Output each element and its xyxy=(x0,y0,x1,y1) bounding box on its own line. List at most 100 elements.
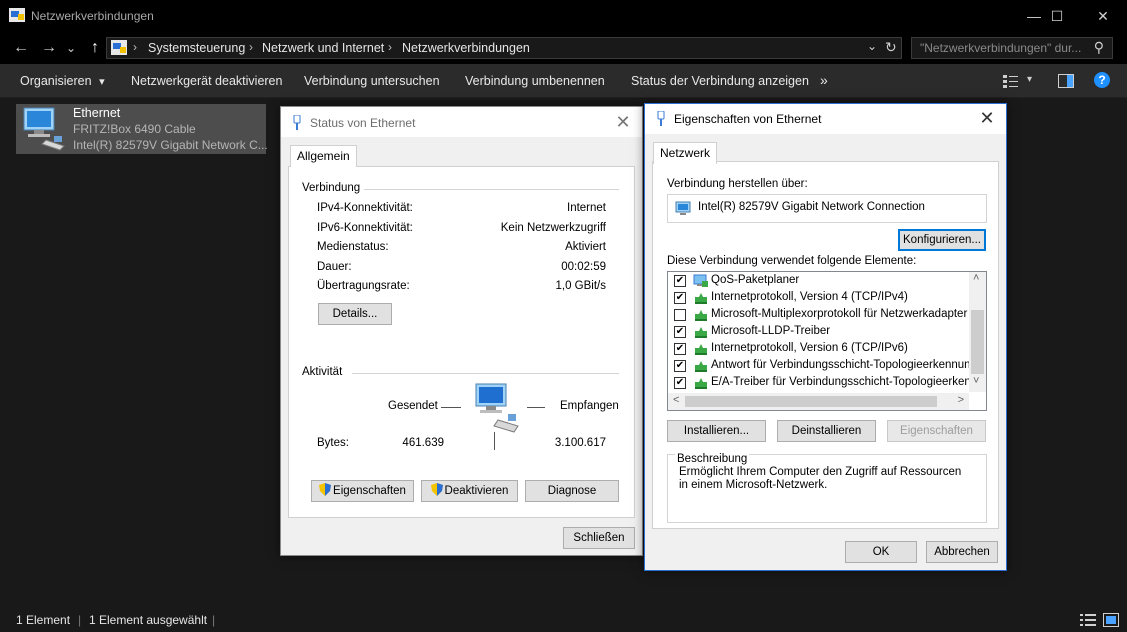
disable-device-button[interactable]: Netzwerkgerät deaktivieren xyxy=(131,74,282,88)
protocol-icon xyxy=(695,310,707,321)
address-bar[interactable]: › Systemsteuerung › Netzwerk und Interne… xyxy=(106,37,902,59)
connect-using-label: Verbindung herstellen über: xyxy=(667,178,808,190)
component-checkbox[interactable]: ✔ xyxy=(674,292,686,304)
uac-shield-icon xyxy=(319,483,332,496)
search-box[interactable]: "Netzwerkverbindungen" dur... ⚲ xyxy=(911,37,1113,59)
close-button[interactable]: Schließen xyxy=(563,527,635,549)
status-divider: | xyxy=(78,613,82,627)
scroll-thumb[interactable] xyxy=(971,310,984,374)
duration-value: 00:02:59 xyxy=(561,261,606,273)
change-view-icon[interactable] xyxy=(1003,74,1019,88)
tab-network[interactable]: Netzwerk xyxy=(653,142,718,164)
recent-locations-button[interactable]: ⌄ xyxy=(64,38,78,58)
status-dialog-title: Status von Ethernet xyxy=(310,116,416,130)
component-properties-button[interactable]: Eigenschaften xyxy=(887,420,986,442)
back-button[interactable]: ← xyxy=(10,38,32,58)
component-checkbox[interactable]: ✔ xyxy=(674,377,686,389)
large-icons-view-icon[interactable] xyxy=(1103,613,1119,627)
chevron-down-icon: ▾ xyxy=(99,76,105,88)
network-adapter-icon xyxy=(675,201,691,215)
scroll-left-icon[interactable]: < xyxy=(673,394,679,406)
ipv4-label: IPv4-Konnektivität: xyxy=(317,202,413,214)
component-label: E/A-Treiber für Verbindungsschicht-Topol… xyxy=(711,376,987,388)
duration-label: Dauer: xyxy=(317,261,352,273)
status-dialog-close-icon[interactable]: ✕ xyxy=(612,111,634,133)
more-commands-button[interactable]: » xyxy=(820,72,828,88)
component-checkbox[interactable]: ✔ xyxy=(674,326,686,338)
ethernet-plug-icon xyxy=(657,111,665,126)
view-options-chevron-icon[interactable]: ▾ xyxy=(1027,74,1032,85)
scroll-down-icon[interactable]: ˅ xyxy=(973,375,979,387)
disable-button[interactable]: Deaktivieren xyxy=(421,480,518,502)
diagnose-connection-button[interactable]: Verbindung untersuchen xyxy=(304,74,440,88)
uninstall-button[interactable]: Deinstallieren xyxy=(777,420,876,442)
maximize-button[interactable]: ☐ xyxy=(1034,0,1080,32)
protocol-icon xyxy=(695,327,707,338)
description-box: Beschreibung Ermöglicht Ihrem Computer d… xyxy=(667,453,987,523)
description-text: Ermöglicht Ihrem Computer den Zugriff au… xyxy=(679,466,962,491)
component-label: Microsoft-Multiplexorprotokoll für Netzw… xyxy=(711,308,968,320)
organize-button[interactable]: Organisieren ▾ xyxy=(20,74,105,88)
status-bar: 1 Element | 1 Element ausgewählt | xyxy=(0,608,1127,632)
view-status-button[interactable]: Status der Verbindung anzeigen xyxy=(631,74,809,88)
forward-button[interactable]: → xyxy=(38,38,60,58)
tab-general[interactable]: Allgemein xyxy=(290,145,357,167)
group-divider xyxy=(352,373,619,374)
components-list[interactable]: ✔ QoS-Paketplaner ✔ Internetprotokoll, Vers… xyxy=(667,271,987,411)
horizontal-scroll-thumb[interactable] xyxy=(685,396,937,407)
vertical-scrollbar[interactable]: ˄ ˅ xyxy=(969,272,986,392)
component-label: Internetprotokoll, Version 4 (TCP/IPv4) xyxy=(711,291,908,303)
component-checkbox[interactable]: ✔ xyxy=(674,343,686,355)
help-icon[interactable]: ? xyxy=(1094,72,1110,88)
breadcrumb-control-panel[interactable]: Systemsteuerung xyxy=(148,41,245,55)
connection-group-label: Verbindung xyxy=(302,182,361,194)
description-label: Beschreibung xyxy=(675,453,750,465)
details-view-icon[interactable] xyxy=(1080,613,1096,627)
connection-name: Ethernet xyxy=(73,106,121,120)
ethernet-plug-icon xyxy=(293,115,301,130)
refresh-icon[interactable]: ↻ xyxy=(885,39,897,56)
component-checkbox[interactable]: ✔ xyxy=(674,275,686,287)
window-title: Netzwerkverbindungen xyxy=(31,9,154,23)
received-label: Empfangen xyxy=(560,400,619,412)
status-properties-label: Eigenschaften xyxy=(333,485,406,497)
horizontal-scrollbar[interactable]: < > xyxy=(668,393,969,410)
status-properties-button[interactable]: Eigenschaften xyxy=(311,480,414,502)
connection-ethernet[interactable]: Ethernet FRITZ!Box 6490 Cable Intel(R) 8… xyxy=(16,104,268,154)
component-checkbox[interactable] xyxy=(674,309,686,321)
address-dropdown-icon[interactable]: ⌄ xyxy=(867,39,877,53)
component-label: Microsoft-LLDP-Treiber xyxy=(711,325,831,337)
preview-pane-icon[interactable] xyxy=(1058,74,1074,88)
media-status-label: Medienstatus: xyxy=(317,241,389,253)
scroll-right-icon[interactable]: > xyxy=(958,394,964,406)
close-window-button[interactable]: ✕ xyxy=(1080,0,1126,32)
breadcrumb-network-connections[interactable]: Netzwerkverbindungen xyxy=(402,41,530,55)
component-checkbox[interactable]: ✔ xyxy=(674,360,686,372)
received-line xyxy=(527,407,545,408)
up-button[interactable]: ↑ xyxy=(84,38,106,58)
protocol-icon xyxy=(695,293,707,304)
scroll-up-icon[interactable]: ˄ xyxy=(973,272,979,284)
cancel-button[interactable]: Abbrechen xyxy=(926,541,998,563)
group-divider xyxy=(364,189,619,190)
configure-button[interactable]: Konfigurieren... xyxy=(898,229,986,251)
network-connections-icon xyxy=(9,8,25,22)
diagnose-button[interactable]: Diagnose xyxy=(525,480,619,502)
disable-label: Deaktivieren xyxy=(444,485,509,497)
sent-line xyxy=(441,407,461,408)
rename-connection-button[interactable]: Verbindung umbenennen xyxy=(465,74,605,88)
title-bar: Netzwerkverbindungen — ☐ ✕ xyxy=(0,0,1127,32)
general-panel: Verbindung IPv4-Konnektivität: Internet … xyxy=(288,166,635,518)
breadcrumb-separator: › xyxy=(388,40,392,54)
install-button[interactable]: Installieren... xyxy=(667,420,766,442)
properties-dialog-close-icon[interactable]: ✕ xyxy=(976,107,998,129)
details-button[interactable]: Details... xyxy=(318,303,392,325)
search-icon[interactable]: ⚲ xyxy=(1094,39,1104,56)
status-dialog: Status von Ethernet ✕ Allgemein Verbindu… xyxy=(280,106,643,556)
breadcrumb-network-internet[interactable]: Netzwerk und Internet xyxy=(262,41,384,55)
bytes-divider xyxy=(494,432,495,450)
protocol-icon xyxy=(695,378,707,389)
component-label: QoS-Paketplaner xyxy=(711,274,800,286)
bytes-received-value: 3.100.617 xyxy=(554,437,606,449)
ok-button[interactable]: OK xyxy=(845,541,917,563)
